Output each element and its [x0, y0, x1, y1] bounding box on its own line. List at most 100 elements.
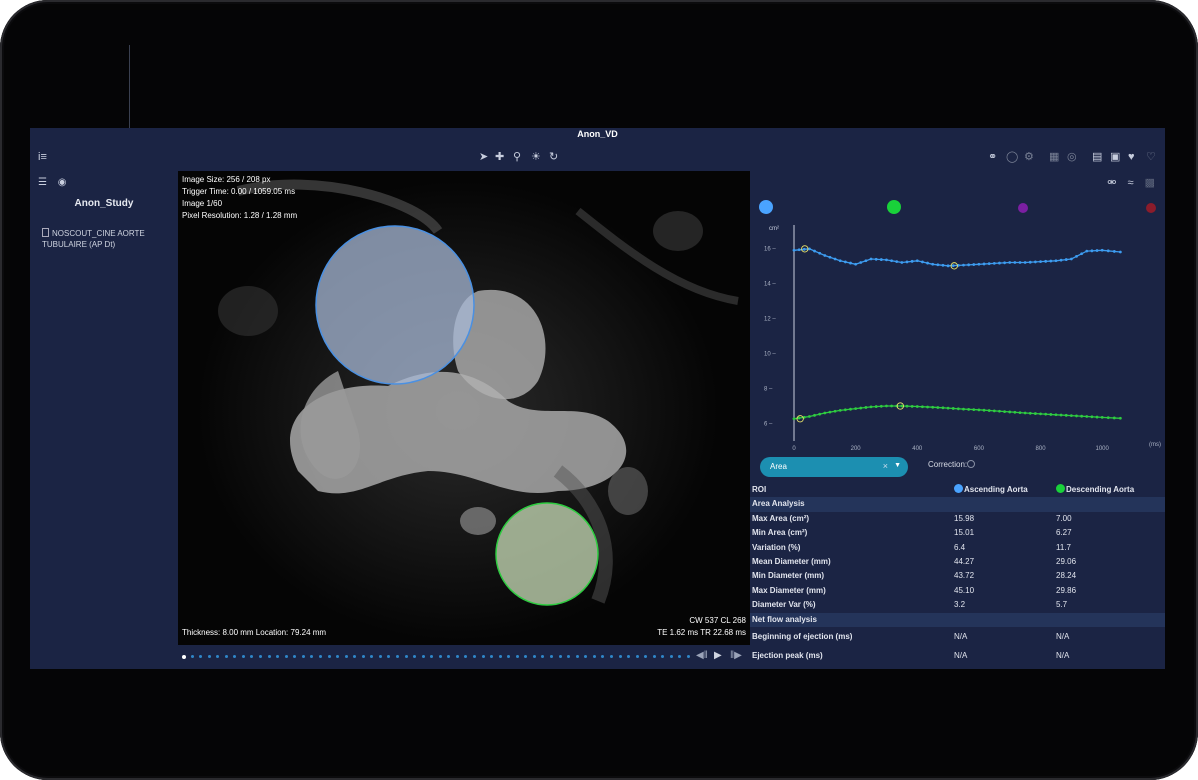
contrast-tool-icon[interactable]: ☀: [531, 150, 541, 164]
frame-dot[interactable]: [216, 655, 220, 658]
frame-dot[interactable]: [318, 655, 322, 658]
play-icon[interactable]: ▶: [714, 650, 722, 661]
correction-toggle[interactable]: [967, 460, 976, 468]
legend-dot-ascending[interactable]: [759, 200, 773, 214]
frame-dot[interactable]: [344, 655, 348, 658]
frame-dot[interactable]: [259, 655, 263, 658]
crosshair-tool-icon[interactable]: ✚: [495, 150, 504, 164]
patient-icon[interactable]: ◉: [58, 177, 67, 188]
frame-dot[interactable]: [378, 655, 382, 658]
frame-dot[interactable]: [301, 655, 305, 658]
frame-dot[interactable]: [233, 655, 237, 658]
heart-model-icon[interactable]: ♥: [1128, 150, 1135, 164]
propagate-tool-icon[interactable]: ▦: [1049, 150, 1059, 164]
frame-dot[interactable]: [293, 655, 297, 658]
data-point: [931, 405, 935, 409]
frame-dot[interactable]: [421, 655, 425, 658]
frame-dot[interactable]: [182, 654, 186, 659]
reset-tool-icon[interactable]: ↻: [549, 150, 558, 164]
frame-dot[interactable]: [490, 655, 494, 658]
frame-dot[interactable]: [558, 655, 562, 658]
frame-dot[interactable]: [550, 655, 554, 658]
legend-dot-roi-3[interactable]: [1018, 203, 1028, 213]
frame-dot[interactable]: [387, 655, 391, 658]
heart-model-alt-icon[interactable]: ♡: [1146, 150, 1156, 164]
frame-dot[interactable]: [310, 655, 314, 658]
frame-dot[interactable]: [567, 655, 571, 658]
contour-tool-icon[interactable]: ◯: [1006, 150, 1018, 164]
frame-dot[interactable]: [361, 655, 365, 658]
frame-dot[interactable]: [601, 655, 605, 658]
frame-dot[interactable]: [481, 655, 485, 658]
frame-dot[interactable]: [515, 655, 519, 658]
previous-frame-icon[interactable]: ◀‖: [696, 650, 708, 661]
chevron-down-icon[interactable]: ▼: [894, 462, 901, 469]
frame-dot[interactable]: [584, 655, 588, 658]
zoom-tool-icon[interactable]: ⚲: [513, 150, 521, 164]
legend-dot-roi-4[interactable]: [1146, 203, 1156, 213]
clear-icon[interactable]: ×: [883, 461, 888, 471]
frame-dot[interactable]: [464, 655, 468, 658]
frame-dot[interactable]: [524, 655, 528, 658]
tag-icon[interactable]: ⚮: [1107, 177, 1116, 189]
row-value: N/A: [954, 650, 968, 660]
frame-dot[interactable]: [644, 655, 648, 658]
frame-dot[interactable]: [618, 655, 622, 658]
frame-dot[interactable]: [430, 655, 434, 658]
parameter-select[interactable]: Area × ▼: [760, 457, 908, 477]
frame-dot[interactable]: [284, 655, 288, 658]
legend-dot-descending[interactable]: [887, 200, 901, 214]
frame-dot[interactable]: [507, 655, 511, 658]
line-chart-icon[interactable]: ≈: [1127, 177, 1133, 189]
next-frame-icon[interactable]: ‖▶: [730, 650, 742, 661]
frame-dot[interactable]: [592, 655, 596, 658]
pointer-tool-icon[interactable]: ➤: [479, 150, 488, 164]
frame-dot[interactable]: [241, 655, 245, 658]
frame-dot[interactable]: [678, 655, 682, 658]
frame-dot[interactable]: [370, 655, 374, 658]
frame-dot[interactable]: [267, 655, 271, 658]
gear-contour-icon[interactable]: ⚙: [1024, 150, 1034, 164]
frame-dot[interactable]: [224, 655, 228, 658]
auto-detect-icon[interactable]: ◎: [1067, 150, 1077, 164]
frame-dot[interactable]: [455, 655, 459, 658]
save-icon[interactable]: ▣: [1110, 150, 1120, 164]
frame-dot[interactable]: [627, 655, 631, 658]
series-list-icon[interactable]: i≡: [38, 150, 47, 164]
frame-dot[interactable]: [327, 655, 331, 658]
database-icon[interactable]: ☰: [38, 177, 47, 188]
frame-dot[interactable]: [652, 655, 656, 658]
frame-dot[interactable]: [447, 655, 451, 658]
series-list-item[interactable]: NOSCOUT_CINE AORTE TUBULAIRE (AP Dt): [42, 228, 172, 250]
roi-ascending-aorta[interactable]: [315, 225, 475, 385]
frame-dot[interactable]: [498, 655, 502, 658]
frame-dot[interactable]: [609, 655, 613, 658]
frame-dot[interactable]: [413, 655, 417, 658]
frame-dot[interactable]: [661, 655, 665, 658]
report-icon[interactable]: ▤: [1092, 150, 1102, 164]
area-curve-chart[interactable]: cm² 6 – 8 – 10 – 12 – 14 – 16 – 0 200 400 600 800 10…: [750, 213, 1165, 453]
frame-dot[interactable]: [438, 655, 442, 658]
frame-dot[interactable]: [395, 655, 399, 658]
frame-dot[interactable]: [687, 655, 690, 658]
frame-dot[interactable]: [473, 655, 477, 658]
x-tick-label: 200: [851, 446, 862, 452]
frame-dot[interactable]: [669, 655, 673, 658]
frame-dot[interactable]: [532, 655, 536, 658]
frame-dot[interactable]: [541, 655, 545, 658]
frame-dot[interactable]: [276, 655, 280, 658]
frame-dot[interactable]: [336, 655, 340, 658]
bar-chart-icon[interactable]: ▩: [1145, 177, 1155, 189]
frame-dot[interactable]: [199, 655, 203, 658]
frame-dot[interactable]: [250, 655, 254, 658]
frame-dot[interactable]: [404, 655, 408, 658]
roi-descending-aorta[interactable]: [495, 502, 599, 606]
frame-dot[interactable]: [190, 655, 194, 658]
frame-dot[interactable]: [635, 655, 639, 658]
frame-dot[interactable]: [575, 655, 579, 658]
image-viewer[interactable]: Image Size: 256 / 208 px Trigger Time: 0…: [178, 171, 750, 645]
roi-tool-icon[interactable]: ⚭: [988, 150, 997, 164]
frame-dot[interactable]: [207, 655, 211, 658]
data-point: [828, 255, 832, 259]
frame-dot[interactable]: [353, 655, 357, 658]
